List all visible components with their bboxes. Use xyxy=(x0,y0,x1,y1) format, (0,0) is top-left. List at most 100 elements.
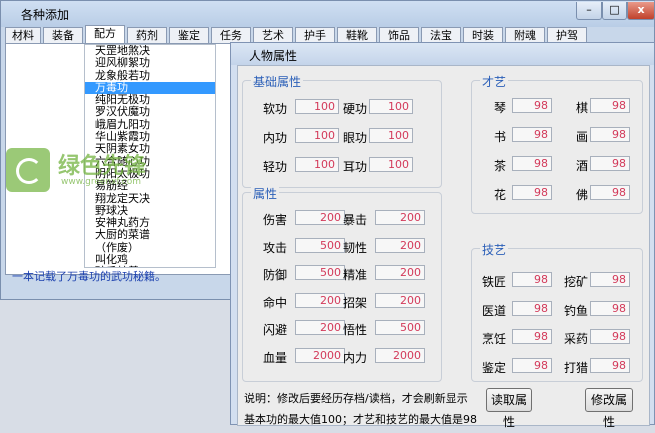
basic-value-field[interactable]: 100 xyxy=(295,157,339,172)
tab-7[interactable]: 护手 xyxy=(295,27,335,43)
basic-value-field[interactable]: 100 xyxy=(295,99,339,114)
tab-12[interactable]: 附魂 xyxy=(505,27,545,43)
art-value-field[interactable]: 98 xyxy=(590,185,630,200)
basic-group-title: 基础属性 xyxy=(251,73,304,90)
skill-label: 采药 xyxy=(564,332,589,346)
skill-label: 钓鱼 xyxy=(564,303,589,318)
list-item[interactable]: 罗汉伏魔功 xyxy=(85,106,215,119)
attr-value-field[interactable]: 500 xyxy=(375,320,425,335)
crafts-group: 技艺 铁匠 98 挖矿 98 医道 98 钓鱼 98 烹饪 98 采药 98 鉴定 98 打猎 98 xyxy=(471,241,643,382)
tab-2[interactable]: 配方 xyxy=(85,25,125,43)
basic-value-field[interactable]: 100 xyxy=(369,157,413,172)
art-label: 棋 xyxy=(576,101,589,115)
attr-group-title: 属性 xyxy=(251,185,280,202)
maximize-button[interactable]: □ xyxy=(602,2,627,20)
art-group-title: 才艺 xyxy=(480,73,509,90)
modify-attributes-button[interactable]: 修改属性 xyxy=(585,388,633,429)
art-label: 茶 xyxy=(494,159,507,173)
recipe-list[interactable]: 天罡地煞决 迎风柳絮功 龙象般若功 万毒功 纯阳无极功 罗汉伏魔功 峨眉九阳功 华山紫霞功 天阴… xyxy=(84,44,216,268)
skill-value-field[interactable]: 98 xyxy=(512,300,552,316)
tab-3[interactable]: 药剂 xyxy=(127,27,167,43)
art-value-field[interactable]: 98 xyxy=(512,185,552,200)
skill-label: 挖矿 xyxy=(564,275,589,289)
art-value-field[interactable]: 98 xyxy=(590,98,630,113)
basic-label: 眼功 xyxy=(343,131,368,145)
attr-label: 悟性 xyxy=(343,323,368,337)
tab-5[interactable]: 任务 xyxy=(211,27,251,43)
basic-value-field[interactable]: 100 xyxy=(369,128,413,143)
skill-value-field[interactable]: 98 xyxy=(512,272,552,287)
tab-10[interactable]: 法宝 xyxy=(421,27,461,43)
attr-value-field[interactable]: 200 xyxy=(375,237,425,253)
art-label: 佛 xyxy=(576,188,589,202)
attr-value-field[interactable]: 500 xyxy=(295,237,345,253)
skill-label: 打猎 xyxy=(564,360,589,375)
art-label: 琴 xyxy=(494,101,507,115)
basic-label: 耳功 xyxy=(343,160,368,174)
basic-value-field[interactable]: 100 xyxy=(295,128,339,143)
skill-label: 烹饪 xyxy=(482,332,507,346)
minimize-button[interactable]: – xyxy=(576,2,602,20)
basic-label: 轻功 xyxy=(263,160,288,174)
read-attributes-button[interactable]: 读取属性 xyxy=(486,388,532,429)
list-item[interactable]: 天阴素女功 xyxy=(85,143,215,156)
attr-value-field[interactable]: 200 xyxy=(375,210,425,225)
art-label: 书 xyxy=(494,130,507,144)
art-value-field[interactable]: 98 xyxy=(590,127,630,142)
dialog-title-bar: 人物属性 xyxy=(231,43,654,65)
dialog-title: 人物属性 xyxy=(249,49,298,63)
skill-value-field[interactable]: 98 xyxy=(590,357,630,373)
attr-label: 内力 xyxy=(343,350,368,365)
window-title: 各种添加 xyxy=(21,8,70,22)
attributes-group: 属性 伤害 200 暴击 200 攻击 500 韧性 200 防御 500 精准 200 命中 200 招架… xyxy=(242,185,442,382)
skill-value-field[interactable]: 98 xyxy=(512,357,552,373)
art-label: 花 xyxy=(494,188,507,202)
list-item[interactable]: 大厨的菜谱 xyxy=(85,229,215,242)
attr-label: 血量 xyxy=(263,350,288,365)
attr-label: 精准 xyxy=(343,268,368,282)
attr-value-field[interactable]: 200 xyxy=(295,292,345,308)
tab-6[interactable]: 艺术 xyxy=(253,27,293,43)
talents-group: 才艺 琴 98 棋 98 书 98 画 98 茶 98 酒 98 花 98 佛 98 xyxy=(471,73,643,214)
attr-value-field[interactable]: 200 xyxy=(375,265,425,280)
list-item[interactable]: 迎风柳絮功 xyxy=(85,56,215,69)
tab-8[interactable]: 鞋靴 xyxy=(337,27,377,43)
character-attributes-dialog: 人物属性 基础属性 软功 100 硬功 100 内功 100 眼功 100 轻功 100 耳功 100… xyxy=(230,42,655,429)
attr-label: 闪避 xyxy=(263,323,288,337)
attr-label: 攻击 xyxy=(263,240,288,255)
tab-4[interactable]: 鉴定 xyxy=(169,27,209,43)
skill-value-field[interactable]: 98 xyxy=(590,329,630,344)
skill-label: 医道 xyxy=(482,303,507,318)
tab-1[interactable]: 装备 xyxy=(43,27,83,43)
skill-label: 铁匠 xyxy=(482,275,507,289)
attr-value-field[interactable]: 200 xyxy=(295,320,345,335)
list-item[interactable]: 翔龙定天决 xyxy=(85,192,215,205)
art-value-field[interactable]: 98 xyxy=(512,127,552,142)
art-value-field[interactable]: 98 xyxy=(512,156,552,171)
close-button[interactable]: x xyxy=(627,2,655,20)
basic-attributes-group: 基础属性 软功 100 硬功 100 内功 100 眼功 100 轻功 100 耳功 100 xyxy=(242,73,442,188)
tab-11[interactable]: 时装 xyxy=(463,27,503,43)
note-line-1: 说明：修改后要经历存档/读档，才会刷新显示 xyxy=(244,392,468,405)
attr-value-field[interactable]: 2000 xyxy=(295,347,345,363)
attr-value-field[interactable]: 200 xyxy=(375,292,425,308)
attr-label: 防御 xyxy=(263,268,288,282)
attr-value-field[interactable]: 200 xyxy=(295,210,345,225)
tab-9[interactable]: 饰品 xyxy=(379,27,419,43)
dialog-body: 基础属性 软功 100 硬功 100 内功 100 眼功 100 轻功 100 耳功 100 属性 伤… xyxy=(237,65,650,429)
art-label: 画 xyxy=(576,130,589,144)
skill-value-field[interactable]: 98 xyxy=(590,300,630,316)
list-item[interactable]: 易筋经 xyxy=(85,179,215,192)
tab-13[interactable]: 护驾 xyxy=(547,27,587,43)
skill-value-field[interactable]: 98 xyxy=(512,329,552,344)
item-description: 一本记载了万毒功的武功秘籍。 xyxy=(12,270,166,283)
basic-label: 软功 xyxy=(263,102,288,116)
tab-0[interactable]: 材料 xyxy=(5,27,41,43)
art-value-field[interactable]: 98 xyxy=(590,156,630,171)
attr-value-field[interactable]: 500 xyxy=(295,265,345,280)
skill-value-field[interactable]: 98 xyxy=(590,272,630,287)
basic-value-field[interactable]: 100 xyxy=(369,99,413,114)
attr-value-field[interactable]: 2000 xyxy=(375,347,425,363)
art-value-field[interactable]: 98 xyxy=(512,98,552,113)
attr-label: 招架 xyxy=(343,295,368,310)
